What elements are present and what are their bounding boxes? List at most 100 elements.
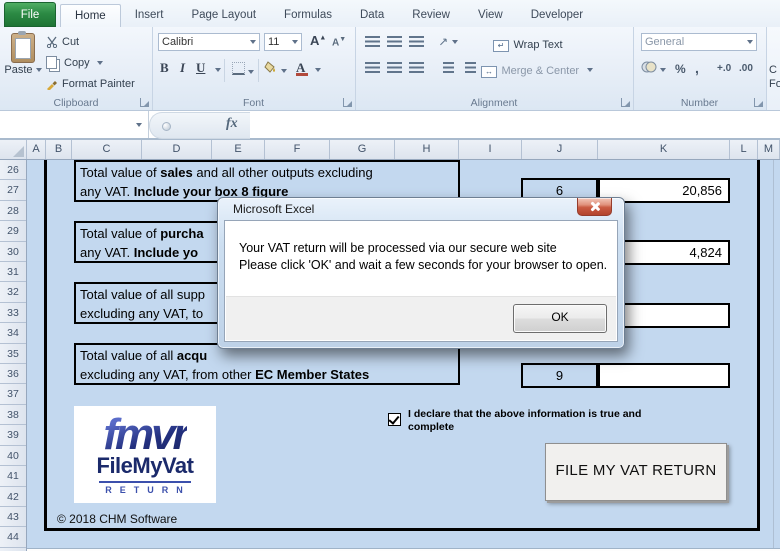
row-header-37[interactable]: 37 — [0, 384, 26, 405]
row-header-28[interactable]: 28 — [0, 201, 26, 222]
row-header-40[interactable]: 40 — [0, 446, 26, 467]
select-all-corner[interactable] — [0, 140, 27, 159]
merge-center-button[interactable]: ↔ Merge & Center — [481, 61, 593, 79]
font-dialog-launcher[interactable] — [343, 98, 352, 107]
ribbon-tab-data[interactable]: Data — [346, 4, 398, 27]
row-header-27[interactable]: 27 — [0, 180, 26, 201]
row-header-44[interactable]: 44 — [0, 527, 26, 548]
fill-color-button[interactable] — [264, 61, 287, 77]
bold-button[interactable]: B — [160, 60, 169, 76]
row-header-35[interactable]: 35 — [0, 344, 26, 365]
column-header-L[interactable]: L — [730, 140, 758, 159]
decrease-indent-icon — [443, 62, 454, 73]
ribbon-tab-view[interactable]: View — [464, 4, 517, 27]
ok-button[interactable]: OK — [513, 304, 607, 333]
comma-style-button[interactable]: , — [695, 60, 699, 76]
ribbon-tab-page-layout[interactable]: Page Layout — [177, 4, 270, 27]
font-color-dropdown-icon[interactable] — [315, 68, 321, 72]
row-header-38[interactable]: 38 — [0, 405, 26, 426]
vat-label-4: Total value of all acqu excluding any VAT… — [74, 343, 460, 385]
format-painter-button[interactable]: Format Painter — [44, 73, 150, 94]
column-header-C[interactable]: C — [72, 140, 142, 159]
column-header-F[interactable]: F — [265, 140, 330, 159]
vat-box-number-9[interactable]: 9 — [521, 363, 598, 388]
column-header-B[interactable]: B — [46, 140, 72, 159]
column-header-A[interactable]: A — [27, 140, 46, 159]
font-size-combo[interactable]: 11 — [264, 33, 302, 51]
row-header-33[interactable]: 33 — [0, 303, 26, 324]
paste-dropdown-icon — [35, 68, 42, 73]
wrap-text-label: Wrap Text — [513, 39, 563, 51]
align-right-button[interactable] — [407, 59, 426, 76]
align-left-button[interactable] — [363, 59, 382, 76]
font-name-combo[interactable]: Calibri — [158, 33, 260, 51]
borders-button[interactable] — [232, 62, 254, 78]
accounting-format-button[interactable] — [641, 61, 666, 76]
file-my-vat-return-button[interactable]: FILE MY VAT RETURN — [545, 443, 727, 501]
file-tab[interactable]: File — [4, 2, 56, 27]
row-header-43[interactable]: 43 — [0, 507, 26, 528]
align-bottom-button[interactable] — [407, 33, 426, 50]
row-header-39[interactable]: 39 — [0, 425, 26, 446]
dialog-title[interactable]: Microsoft Excel — [233, 202, 314, 216]
italic-button[interactable]: I — [180, 60, 185, 76]
ribbon-tab-review[interactable]: Review — [398, 4, 464, 27]
row-header-32[interactable]: 32 — [0, 282, 26, 303]
column-header-H[interactable]: H — [395, 140, 459, 159]
row-header-26[interactable]: 26 — [0, 160, 26, 181]
column-header-J[interactable]: J — [522, 140, 598, 159]
dialog-close-button[interactable] — [577, 198, 612, 216]
percent-style-button[interactable]: % — [675, 62, 686, 76]
column-header-E[interactable]: E — [212, 140, 265, 159]
shrink-font-button[interactable]: A▼ — [332, 36, 346, 48]
formula-bar-handle[interactable] — [162, 122, 171, 131]
ribbon-tab-formulas[interactable]: Formulas — [270, 4, 346, 27]
increase-decimal-button[interactable]: +.0 — [717, 63, 731, 74]
declaration-checkbox[interactable] — [388, 413, 401, 426]
row-header-31[interactable]: 31 — [0, 262, 26, 283]
ribbon-tab-insert[interactable]: Insert — [121, 4, 178, 27]
name-box[interactable] — [0, 111, 149, 138]
alignment-group-label: Alignment — [470, 97, 518, 109]
row-header-36[interactable]: 36 — [0, 364, 26, 385]
align-center-button[interactable] — [385, 59, 404, 76]
merge-center-icon: ↔ — [481, 66, 497, 78]
column-header-K[interactable]: K — [598, 140, 730, 159]
row-header-41[interactable]: 41 — [0, 466, 26, 487]
merge-center-dropdown-icon — [586, 67, 593, 72]
formula-input[interactable] — [250, 111, 780, 138]
decrease-decimal-button[interactable]: .00 — [739, 63, 753, 74]
decrease-indent-button[interactable] — [439, 59, 458, 76]
alignment-dialog-launcher[interactable] — [621, 98, 630, 107]
row-header-42[interactable]: 42 — [0, 487, 26, 507]
column-header-D[interactable]: D — [142, 140, 212, 159]
column-header-I[interactable]: I — [459, 140, 522, 159]
row-header-29[interactable]: 29 — [0, 221, 26, 242]
column-header-M[interactable]: M — [758, 140, 780, 159]
format-painter-icon — [47, 80, 57, 90]
grow-font-button[interactable]: A▲ — [310, 33, 326, 48]
ribbon-tab-home[interactable]: Home — [60, 4, 121, 27]
paste-button[interactable]: Paste — [4, 31, 42, 97]
row-header-34[interactable]: 34 — [0, 323, 26, 344]
styles-group-clipped: C Fo — [766, 27, 780, 110]
wrap-text-button[interactable]: ↵ Wrap Text — [493, 35, 563, 53]
cut-button[interactable]: Cut — [44, 31, 150, 52]
underline-button[interactable]: U — [196, 60, 205, 76]
align-middle-button[interactable] — [385, 33, 404, 50]
column-header-G[interactable]: G — [330, 140, 395, 159]
ribbon-tab-developer[interactable]: Developer — [517, 4, 597, 27]
clipboard-group-label: Clipboard — [53, 97, 99, 109]
align-top-button[interactable] — [363, 33, 382, 50]
number-dialog-launcher[interactable] — [754, 98, 763, 107]
copy-button[interactable]: Copy — [44, 52, 150, 73]
font-color-button[interactable]: A — [296, 60, 308, 76]
orientation-button[interactable] — [439, 33, 458, 50]
clipboard-dialog-launcher[interactable] — [140, 98, 149, 107]
number-format-combo[interactable]: General — [641, 33, 757, 51]
underline-dropdown-icon[interactable] — [215, 68, 221, 72]
increase-indent-button[interactable] — [461, 59, 480, 76]
insert-function-button[interactable]: fx — [226, 116, 238, 132]
row-header-30[interactable]: 30 — [0, 242, 26, 263]
vat-value-cell-4[interactable] — [598, 363, 730, 388]
